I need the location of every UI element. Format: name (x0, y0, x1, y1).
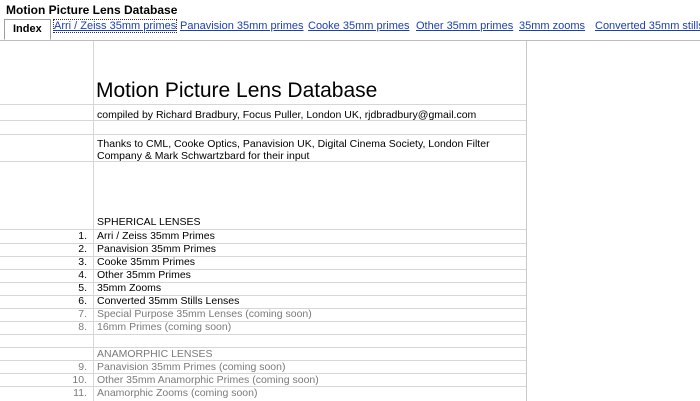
row-number: 10. (72, 374, 87, 386)
index-item-other-anamorphic: Other 35mm Anamorphic Primes (coming soo… (97, 374, 319, 386)
row-number: 1. (78, 230, 87, 242)
index-link-other-primes[interactable]: Other 35mm Primes (97, 269, 191, 281)
row-number: 9. (78, 361, 87, 373)
thanks-note: Thanks to CML, Cooke Optics, Panavision … (97, 138, 490, 162)
sheet-tab-bar: Index Arri / Zeiss 35mm primes Panavisio… (0, 19, 700, 41)
sheet-title: Motion Picture Lens Database (96, 79, 378, 102)
anamorphic-lenses-header: ANAMORPHIC LENSES (97, 348, 213, 360)
row-divider (0, 347, 526, 348)
row-number: 2. (78, 243, 87, 255)
index-link-arri-zeiss[interactable]: Arri / Zeiss 35mm Primes (97, 230, 215, 242)
index-link-panavision[interactable]: Panavision 35mm Primes (97, 243, 216, 255)
row-number: 8. (78, 321, 87, 333)
tab-index[interactable]: Index (4, 19, 51, 40)
tab-other-35mm-primes[interactable]: Other 35mm primes (416, 20, 513, 32)
index-item-anamorphic-zooms: Anamorphic Zooms (coming soon) (97, 387, 258, 399)
row-divider (0, 134, 526, 135)
index-item-panavision-anamorphic: Panavision 35mm Primes (coming soon) (97, 361, 286, 373)
tab-35mm-zooms[interactable]: 35mm zooms (519, 20, 585, 32)
index-link-converted-stills[interactable]: Converted 35mm Stills Lenses (97, 295, 239, 307)
spherical-lenses-header: SPHERICAL LENSES (97, 216, 201, 228)
app-window: Motion Picture Lens Database Index Arri … (0, 0, 700, 401)
document-title: Motion Picture Lens Database (6, 3, 178, 17)
index-link-cooke[interactable]: Cooke 35mm Primes (97, 256, 195, 268)
index-item-special-purpose: Special Purpose 35mm Lenses (coming soon… (97, 308, 312, 320)
tab-panavision-35mm-primes[interactable]: Panavision 35mm primes (180, 20, 304, 32)
row-divider (0, 104, 526, 105)
tab-arri-zeiss-35mm-primes[interactable]: Arri / Zeiss 35mm primes (52, 19, 178, 33)
tab-cooke-35mm-primes[interactable]: Cooke 35mm primes (308, 20, 409, 32)
index-link-35mm-zooms[interactable]: 35mm Zooms (97, 282, 161, 294)
tab-converted-35mm-stills[interactable]: Converted 35mm stills (595, 20, 700, 32)
row-number: 5. (78, 282, 87, 294)
row-number: 3. (78, 256, 87, 268)
row-number: 11. (73, 387, 87, 399)
row-number: 6. (78, 295, 87, 307)
index-item-16mm-primes: 16mm Primes (coming soon) (97, 321, 232, 333)
spreadsheet-grid: Motion Picture Lens Database compiled by… (0, 41, 527, 401)
compiled-by-credit: compiled by Richard Bradbury, Focus Pull… (97, 109, 477, 121)
row-number: 7. (78, 308, 87, 320)
row-number: 4. (78, 269, 87, 281)
row-divider (0, 334, 526, 335)
